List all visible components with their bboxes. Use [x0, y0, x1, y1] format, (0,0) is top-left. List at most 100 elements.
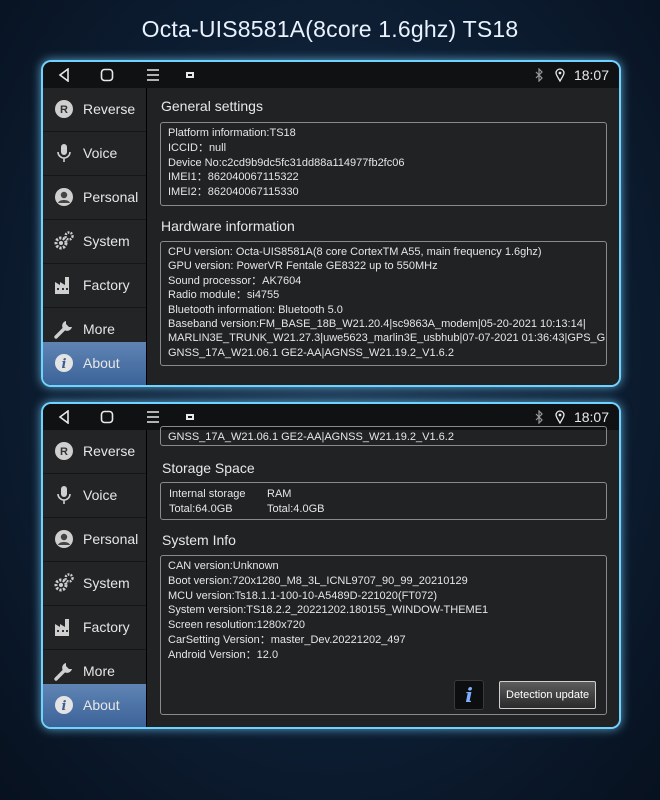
location-icon	[551, 66, 569, 84]
svg-text:i: i	[62, 699, 67, 714]
sidebar-item-reverse[interactable]: R Reverse	[43, 430, 146, 474]
gears-icon	[53, 230, 75, 252]
general-line: IMEI1：862040067115322	[168, 171, 299, 184]
ram-label: RAM	[267, 488, 292, 500]
sidebar-item-system[interactable]: System	[43, 220, 146, 264]
sysinfo-line: Boot version:720x1280_M8_3L_ICNL9707_90_…	[168, 574, 468, 587]
status-bar: 18:07	[43, 62, 619, 88]
general-settings-title: General settings	[161, 98, 263, 114]
hardware-info-title: Hardware information	[161, 218, 295, 234]
factory-icon	[53, 274, 75, 296]
sysinfo-line: MCU version:Ts18.1.1-100-10-A5489D-22102…	[168, 589, 438, 602]
hardware-line: Sound processor：AK7604	[168, 274, 302, 287]
sidebar-item-label: More	[83, 321, 115, 337]
detection-update-button[interactable]: Detection update	[499, 681, 597, 709]
hardware-line: GNSS_17A_W21.06.1 GE2-AA|AGNSS_W21.19.2_…	[168, 346, 454, 359]
reverse-icon: R	[53, 440, 75, 462]
status-time: 18:07	[573, 409, 609, 425]
home-icon[interactable]	[98, 66, 116, 84]
sidebar-item-label: System	[83, 233, 130, 249]
reverse-icon: R	[53, 98, 75, 120]
ram-total: Total:4.0GB	[267, 503, 325, 515]
general-line: Device No:c2cd9b9dc5fc31dd88a114977fb2fc…	[168, 156, 405, 169]
info-icon: i	[53, 352, 75, 374]
hardware-line: MARLIN3E_TRUNK_W21.27.3|uwe5623_marlin3E…	[168, 332, 607, 345]
microphone-icon	[53, 142, 75, 164]
info-icon: i	[53, 694, 75, 716]
recents-icon[interactable]	[144, 66, 162, 84]
bluetooth-icon	[530, 66, 548, 84]
system-info-box: CAN version:Unknown Boot version:720x128…	[160, 555, 607, 715]
svg-text:i: i	[62, 357, 67, 372]
hardware-line: Bluetooth information: Bluetooth 5.0	[168, 303, 343, 316]
internal-storage-total: Total:64.0GB	[169, 503, 233, 515]
sidebar-item-reverse[interactable]: R Reverse	[43, 88, 146, 132]
back-icon[interactable]	[55, 408, 73, 426]
storage-space-box: Internal storage Total:64.0GB RAM Total:…	[160, 482, 607, 520]
sidebar-item-about[interactable]: i About	[43, 342, 146, 385]
sysinfo-line: CarSetting Version：master_Dev.20221202_4…	[168, 633, 406, 646]
person-icon	[53, 186, 75, 208]
sysinfo-line: CAN version:Unknown	[168, 560, 279, 572]
svg-text:R: R	[60, 104, 68, 116]
hardware-line: CPU version: Octa-UIS8581A(8 core Cortex…	[168, 246, 542, 258]
info-icon[interactable]: i	[454, 680, 484, 710]
sidebar-item-system[interactable]: System	[43, 562, 146, 606]
sidebar-item-voice[interactable]: Voice	[43, 132, 146, 176]
bluetooth-icon	[530, 408, 548, 426]
wrench-icon	[53, 660, 75, 682]
hardware-info-box-tail: GNSS_17A_W21.06.1 GE2-AA|AGNSS_W21.19.2_…	[160, 426, 607, 446]
gears-icon	[53, 572, 75, 594]
sidebar-item-factory[interactable]: Factory	[43, 264, 146, 308]
sidebar-item-label: About	[83, 355, 120, 371]
sidebar-item-label: Voice	[83, 487, 118, 503]
storage-space-title: Storage Space	[162, 460, 255, 476]
sidebar-item-label: Personal	[83, 531, 139, 547]
sidebar-item-factory[interactable]: Factory	[43, 606, 146, 650]
sidebar-item-label: About	[83, 697, 120, 713]
sidebar-item-label: Factory	[83, 619, 130, 635]
sidebar-item-voice[interactable]: Voice	[43, 474, 146, 518]
general-settings-box: Platform information:TS18 ICCID：null Dev…	[160, 122, 607, 206]
svg-text:R: R	[60, 446, 68, 458]
general-line: Platform information:TS18	[168, 127, 296, 139]
status-time: 18:07	[573, 67, 609, 83]
recents-icon[interactable]	[144, 408, 162, 426]
general-line: IMEI2：862040067115330	[168, 186, 299, 199]
sidebar-item-label: Personal	[83, 189, 139, 205]
hardware-line: GNSS_17A_W21.06.1 GE2-AA|AGNSS_W21.19.2_…	[168, 431, 454, 443]
sidebar-item-personal[interactable]: Personal	[43, 176, 146, 220]
internal-storage-label: Internal storage	[169, 488, 246, 500]
settings-sidebar: R Reverse Voice Personal System Factory …	[43, 430, 147, 727]
back-icon[interactable]	[55, 66, 73, 84]
notification-icon	[181, 408, 199, 426]
sysinfo-line: Screen resolution:1280x720	[168, 619, 305, 632]
hardware-line: GPU version: PowerVR Fentale GE8322 up t…	[168, 260, 438, 273]
sidebar-item-label: More	[83, 663, 115, 679]
sidebar-item-label: Reverse	[83, 443, 136, 459]
sidebar-item-about[interactable]: i About	[43, 684, 146, 727]
microphone-icon	[53, 484, 75, 506]
sidebar-item-label: Reverse	[83, 101, 136, 117]
location-icon	[551, 408, 569, 426]
sidebar-item-label: Voice	[83, 145, 118, 161]
hardware-info-box: CPU version: Octa-UIS8581A(8 core Cortex…	[160, 241, 607, 366]
sysinfo-line: Android Version：12.0	[168, 648, 279, 661]
system-info-title: System Info	[162, 532, 236, 548]
notification-icon	[181, 66, 199, 84]
factory-icon	[53, 616, 75, 638]
about-content-bottom: GNSS_17A_W21.06.1 GE2-AA|AGNSS_W21.19.2_…	[147, 426, 619, 727]
sidebar-item-label: System	[83, 575, 130, 591]
screen-about-top: 18:07 R Reverse Voice Personal System Fa…	[43, 62, 619, 385]
home-icon[interactable]	[98, 408, 116, 426]
sidebar-item-personal[interactable]: Personal	[43, 518, 146, 562]
hardware-line: Baseband version:FM_BASE_18B_W21.20.4|sc…	[168, 318, 586, 331]
about-content-top: General settings Platform information:TS…	[147, 88, 619, 385]
general-line: ICCID：null	[168, 141, 227, 154]
wrench-icon	[53, 318, 75, 340]
screen-about-bottom: 18:07 R Reverse Voice Personal System Fa…	[43, 404, 619, 727]
sidebar-item-label: Factory	[83, 277, 130, 293]
person-icon	[53, 528, 75, 550]
page-banner-title: Octa-UIS8581A(8core 1.6ghz) TS18	[141, 16, 519, 42]
sysinfo-line: System version:TS18.2.2_20221202.180155_…	[168, 604, 489, 617]
